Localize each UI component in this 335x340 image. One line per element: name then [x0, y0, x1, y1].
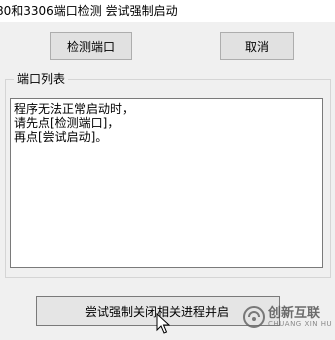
text-line-1: 程序无法正常启动时，	[14, 102, 135, 116]
brand-logo-icon	[243, 306, 265, 328]
detect-ports-button-label: 检测端口	[66, 39, 115, 54]
mouse-cursor-icon	[156, 313, 170, 334]
cancel-button[interactable]: 取消	[220, 32, 294, 60]
detect-ports-button[interactable]: 检测端口	[50, 32, 132, 60]
cancel-button-label: 取消	[244, 39, 269, 54]
port-list-textarea[interactable]: 程序无法正常启动时， 请先点[检测端口]， 再点[尝试启动]。	[10, 98, 323, 268]
text-line-2: 请先点[检测端口]，	[14, 116, 120, 130]
title-bar[interactable]: 80和3306端口检测 尝试强制启动	[0, 0, 335, 22]
window-title: 80和3306端口检测 尝试强制启动	[0, 4, 178, 18]
dialog-window: 80和3306端口检测 尝试强制启动 检测端口 取消 端口列表 程序无法正常启动…	[0, 0, 335, 340]
watermark-subtitle: CHUANG XIN HU LIAN	[268, 320, 335, 328]
text-line-3: 再点[尝试启动]。	[14, 130, 108, 144]
watermark-logo: 创新互联 CHUANG XIN HU LIAN	[240, 300, 335, 336]
watermark-name: 创新互联	[268, 306, 321, 321]
port-list-group-label: 端口列表	[14, 72, 69, 87]
